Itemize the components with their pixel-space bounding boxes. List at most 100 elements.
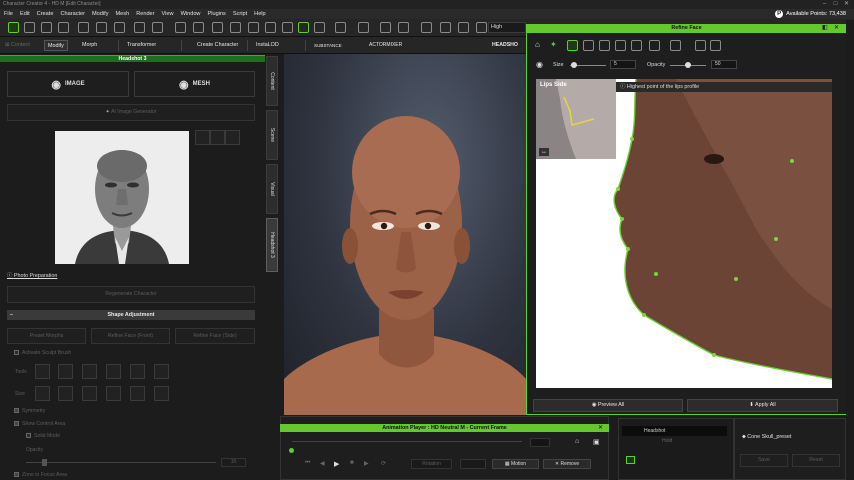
tab-headshot[interactable]: Headshot 3	[266, 218, 278, 272]
character-mode-icon[interactable]	[8, 22, 19, 33]
refine-face-side-button[interactable]: Refine Face (Side)	[175, 328, 255, 344]
quality-select[interactable]: High	[488, 22, 526, 33]
menu-edit[interactable]: Edit	[20, 9, 30, 19]
preset-reset-button[interactable]: Reset	[792, 454, 840, 467]
photo-preparation-link[interactable]: ⓘ Photo Preparation	[7, 271, 57, 279]
opacity-slider-handle[interactable]	[42, 459, 47, 466]
refine-opacity-field[interactable]: 50	[711, 60, 737, 69]
remove-button[interactable]: ✕ Remove	[543, 459, 591, 469]
menu-render[interactable]: Render	[136, 9, 154, 19]
timeline-slider[interactable]	[292, 441, 522, 442]
grid-icon[interactable]	[476, 22, 487, 33]
render-icon[interactable]	[248, 22, 259, 33]
menu-window[interactable]: Window	[181, 9, 201, 19]
refine-pin-icon[interactable]: ◧	[822, 24, 828, 31]
prev-key-icon[interactable]: ⏮	[305, 460, 310, 467]
accessory-icon[interactable]	[152, 22, 163, 33]
timeline-marker[interactable]	[289, 448, 294, 453]
screenshot-icon[interactable]	[212, 22, 223, 33]
anim-settings-icon[interactable]: ▣	[593, 438, 604, 449]
refine-close-icon[interactable]: ✕	[834, 24, 839, 31]
new-project-icon[interactable]	[24, 22, 35, 33]
receive-icon[interactable]	[193, 22, 204, 33]
pinch-tool-icon[interactable]	[106, 364, 121, 379]
rotate-icon[interactable]	[335, 22, 346, 33]
headshot-button[interactable]: HEADSHO	[489, 40, 521, 51]
opacity-value-field[interactable]: 10	[221, 458, 246, 467]
actor-mixer-button[interactable]: ACTORMIXER	[366, 40, 405, 51]
photo-delete-icon[interactable]	[225, 130, 240, 145]
menu-create[interactable]: Create	[37, 9, 54, 19]
mask-tool-icon[interactable]	[82, 386, 97, 401]
minimize-icon[interactable]: –	[820, 0, 829, 9]
refine-select-icon[interactable]	[567, 40, 578, 51]
tab-scene[interactable]: Scene	[266, 110, 278, 160]
available-points[interactable]: P Available Points: 73,438	[775, 9, 846, 19]
refine-rotate-icon[interactable]	[631, 40, 642, 51]
refine-align-v-icon[interactable]	[583, 40, 594, 51]
select-icon[interactable]	[298, 22, 309, 33]
grab-tool-icon[interactable]	[35, 386, 50, 401]
inflate-tool-icon[interactable]	[82, 364, 97, 379]
send-icon[interactable]	[175, 22, 186, 33]
loop-icon[interactable]: ⟳	[381, 460, 386, 467]
erase-tool-icon[interactable]	[154, 386, 169, 401]
pan-icon[interactable]	[440, 22, 451, 33]
crease-tool-icon[interactable]	[154, 364, 169, 379]
character-icon[interactable]	[134, 22, 145, 33]
tab-visual[interactable]: Visual	[266, 164, 278, 214]
refine-opacity-slider-handle[interactable]	[685, 62, 691, 68]
refine-reset-icon[interactable]	[710, 40, 721, 51]
solid-mode-checkbox[interactable]: Solid Mode	[26, 433, 60, 439]
image-mode-button[interactable]: ◉ IMAGE	[7, 71, 129, 97]
stop-icon[interactable]: ■	[350, 460, 354, 466]
refine-size-slider-handle[interactable]	[571, 62, 577, 68]
preset-morphs-button[interactable]: Preset Morphs	[7, 328, 86, 344]
camera-icon[interactable]	[421, 22, 432, 33]
preview-all-button[interactable]: ◉ Preview All	[533, 399, 683, 412]
play-icon[interactable]: ▶	[334, 460, 339, 468]
menu-help[interactable]: Help	[254, 9, 266, 19]
show-control-area-checkbox[interactable]: Show Control Area	[14, 421, 65, 427]
symmetry-checkbox[interactable]: Symmetry	[14, 408, 45, 414]
refine-add-point-icon[interactable]: ✦	[550, 40, 561, 51]
step-back-icon[interactable]: ◀	[320, 460, 325, 467]
frame-field[interactable]	[530, 438, 550, 447]
save-icon[interactable]	[78, 22, 89, 33]
activate-sculpt-brush-checkbox[interactable]: Activate Sculpt Brush	[14, 350, 71, 356]
refine-scale-icon[interactable]	[615, 40, 626, 51]
speed-select[interactable]	[460, 459, 486, 469]
menu-script[interactable]: Script	[233, 9, 247, 19]
zone-in-focus-checkbox[interactable]: Zone in Focus Area	[14, 472, 67, 478]
relax-tool-icon[interactable]	[106, 386, 121, 401]
local-icon[interactable]	[380, 22, 391, 33]
refine-redo-icon[interactable]	[670, 40, 681, 51]
home-icon[interactable]	[398, 22, 409, 33]
refine-undo-icon[interactable]	[649, 40, 660, 51]
open-icon[interactable]	[41, 22, 52, 33]
tab-content[interactable]: Content	[266, 56, 278, 106]
3d-viewport[interactable]	[284, 54, 526, 415]
preset-save-button[interactable]: Save	[740, 454, 788, 467]
face-key-icon[interactable]	[230, 22, 241, 33]
refine-size-field[interactable]: 5	[610, 60, 636, 69]
content-button[interactable]: ⊞ Content	[2, 40, 33, 51]
photo-rotate-icon[interactable]	[195, 130, 210, 145]
insta-lod-button[interactable]: InstaLOD	[253, 40, 282, 51]
camera-record-icon[interactable]: ⌂	[575, 438, 586, 449]
morph-button[interactable]: Morph	[79, 40, 100, 51]
refine-open-icon[interactable]: ⌂	[535, 40, 546, 51]
motion-button[interactable]: ▦ Motion	[492, 459, 539, 469]
menu-modify[interactable]: Modify	[92, 9, 108, 19]
scale-icon[interactable]	[358, 22, 369, 33]
opacity-slider[interactable]	[26, 462, 216, 463]
eye-icon[interactable]: ◉	[536, 60, 543, 69]
undo-icon[interactable]	[265, 22, 276, 33]
merge-icon[interactable]	[58, 22, 69, 33]
tree-item-hold[interactable]: Hold	[622, 437, 727, 446]
transformer-button[interactable]: Transformer	[124, 40, 159, 51]
refine-pick-icon[interactable]	[695, 40, 706, 51]
menu-file[interactable]: File	[4, 9, 13, 19]
export-icon[interactable]	[96, 22, 107, 33]
apply-all-button[interactable]: ⬇ Apply All	[687, 399, 838, 412]
